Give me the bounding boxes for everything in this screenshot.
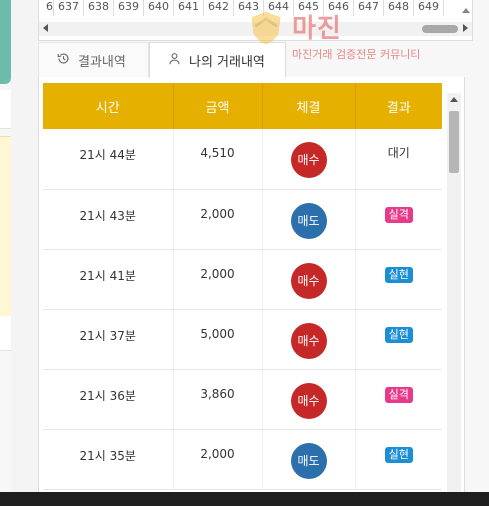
result-gain-badge: 실현 <box>384 446 413 463</box>
tab-my-trades[interactable]: 나의 거래내역 <box>149 42 286 78</box>
cell-time: 21시 36분 <box>43 369 174 430</box>
cell-time: 21시 41분 <box>43 249 174 310</box>
result-loss-badge: 실격 <box>384 206 413 223</box>
cell-result: 대기 <box>355 129 442 190</box>
ticker-strip: 6 637 638 639 640 641 642 643 644 645 64… <box>38 0 473 41</box>
result-loss-badge: 실격 <box>384 386 413 403</box>
ticker-number: 639 <box>114 0 144 16</box>
tab-results-history-label: 결과내역 <box>78 54 126 70</box>
tab-bar-fill <box>286 42 463 78</box>
ticker-number: 643 <box>234 0 264 16</box>
scroll-right-icon[interactable] <box>463 24 468 32</box>
ticker-number: 644 <box>264 0 294 16</box>
side-panel-white <box>0 90 11 129</box>
cell-time: 21시 37분 <box>43 309 174 370</box>
user-icon <box>168 52 181 69</box>
result-gain-badge: 실현 <box>384 326 413 343</box>
side-panel-green <box>0 0 11 84</box>
cell-result: 실현 <box>355 309 442 370</box>
cell-amount: 2,000 <box>173 429 263 490</box>
horizontal-scrollbar[interactable] <box>39 22 472 36</box>
cell-time: 21시 44분 <box>43 129 174 190</box>
ticker-number: 641 <box>174 0 204 16</box>
table-row: 21시 36분 3,860 매수 실격 <box>43 369 442 430</box>
ticker-number: 646 <box>324 0 354 16</box>
table-header-row: 시간 금액 체결 결과 <box>43 83 442 129</box>
buy-badge: 매수 <box>290 382 327 419</box>
table-row: 21시 43분 2,000 매도 실격 <box>43 189 442 250</box>
cell-trade: 매수 <box>262 129 356 190</box>
table-row: 21시 37분 5,000 매수 실현 <box>43 309 442 370</box>
column-header-amount: 금액 <box>173 83 263 129</box>
vertical-scroll-thumb[interactable] <box>449 111 459 173</box>
sell-badge: 매도 <box>290 202 327 239</box>
table-row: 21시 41분 2,000 매수 실현 <box>43 249 442 310</box>
cell-trade: 매수 <box>262 249 356 310</box>
cell-amount: 4,510 <box>173 129 263 190</box>
cell-amount: 2,000 <box>173 249 263 310</box>
bottom-bar <box>0 492 489 506</box>
ticker-number: 642 <box>204 0 234 16</box>
cell-time: 21시 43분 <box>43 189 174 250</box>
cell-result: 실현 <box>355 249 442 310</box>
buy-badge: 매수 <box>290 322 327 359</box>
side-panel-white-lower <box>0 316 11 351</box>
vertical-scrollbar[interactable] <box>447 93 461 492</box>
result-pending-text: 대기 <box>387 146 410 160</box>
column-header-trade: 체결 <box>262 83 356 129</box>
result-gain-badge: 실현 <box>384 266 413 283</box>
buy-badge: 매수 <box>290 142 327 178</box>
cell-trade: 매수 <box>262 309 356 370</box>
column-header-result: 결과 <box>355 83 442 129</box>
cell-time: 21시 35분 <box>43 429 174 490</box>
scroll-up-icon[interactable] <box>462 8 470 13</box>
cell-amount: 3,860 <box>173 369 263 430</box>
cell-result: 실격 <box>355 189 442 250</box>
horizontal-scroll-thumb[interactable] <box>422 25 458 33</box>
cell-trade: 매수 <box>262 369 356 430</box>
cell-amount: 5,000 <box>173 309 263 370</box>
cell-amount: 2,000 <box>173 189 263 250</box>
table-row: 21시 35분 2,000 매도 실현 <box>43 429 442 490</box>
scroll-up-icon[interactable] <box>450 97 458 102</box>
tab-results-history[interactable]: 결과내역 <box>38 42 149 78</box>
buy-badge: 매수 <box>290 262 327 299</box>
ticker-number: 648 <box>384 0 414 16</box>
cell-result: 실격 <box>355 369 442 430</box>
cell-trade: 매도 <box>262 189 356 250</box>
ticker-number: 645 <box>294 0 324 16</box>
tab-bar: 결과내역 나의 거래내역 <box>38 42 463 78</box>
ticker-number: 638 <box>84 0 114 16</box>
trades-table: 시간 금액 체결 결과 21시 44분 4,510 매수 대기 21시 43분 … <box>43 83 442 490</box>
ticker-number: 640 <box>144 0 174 16</box>
cell-result: 실현 <box>355 429 442 490</box>
trades-panel: 시간 금액 체결 결과 21시 44분 4,510 매수 대기 21시 43분 … <box>38 77 465 492</box>
tab-my-trades-label: 나의 거래내역 <box>189 54 265 70</box>
history-icon <box>57 52 70 69</box>
column-header-time: 시간 <box>43 83 174 129</box>
cell-trade: 매도 <box>262 429 356 490</box>
sell-badge: 매도 <box>290 442 327 479</box>
ticker-number: 647 <box>354 0 384 16</box>
gutter <box>11 0 38 492</box>
ticker-number: 6 <box>39 0 54 16</box>
ticker-number: 649 <box>414 0 444 16</box>
ticker-numbers: 6 637 638 639 640 641 642 643 644 645 64… <box>39 0 444 16</box>
table-row: 21시 44분 4,510 매수 대기 <box>43 129 442 190</box>
scroll-left-icon[interactable] <box>43 24 48 32</box>
ticker-number: 637 <box>54 0 84 16</box>
